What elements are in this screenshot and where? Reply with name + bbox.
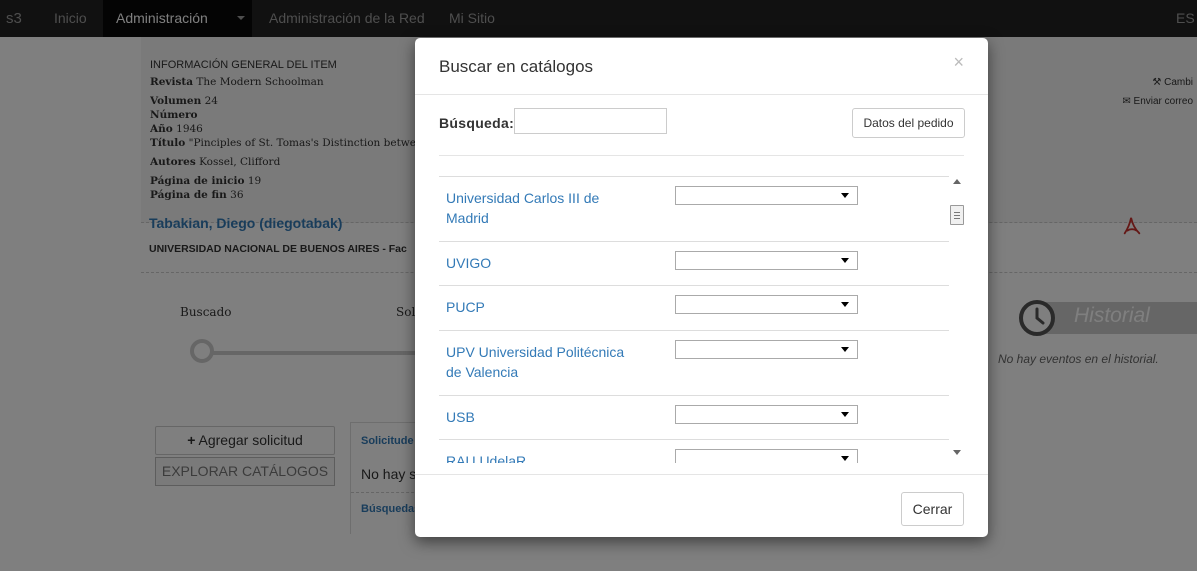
close-button[interactable]: Cerrar xyxy=(901,492,964,526)
search-label: Búsqueda: xyxy=(439,115,515,131)
catalog-select[interactable] xyxy=(675,186,858,205)
catalog-name[interactable]: USB xyxy=(446,407,626,427)
catalog-row: UVIGO xyxy=(439,241,949,285)
modal-header: Buscar en catálogos × xyxy=(415,38,988,95)
search-input[interactable] xyxy=(514,108,667,134)
catalog-select[interactable] xyxy=(675,405,858,424)
scroll-thumb[interactable] xyxy=(950,205,964,225)
catalog-row: PUCP xyxy=(439,285,949,330)
catalog-row: USB xyxy=(439,395,949,439)
catalog-name[interactable]: RAU UdelaR xyxy=(446,451,626,463)
catalog-select[interactable] xyxy=(675,340,858,359)
modal-title: Buscar en catálogos xyxy=(439,57,594,76)
catalog-select[interactable] xyxy=(675,251,858,270)
order-data-button[interactable]: Datos del pedido xyxy=(852,108,965,138)
catalog-name[interactable]: UPV Universidad Politécnica de Valencia xyxy=(446,342,626,382)
scroll-down-icon[interactable] xyxy=(953,450,961,455)
chevron-down-icon xyxy=(841,347,849,352)
chevron-down-icon xyxy=(841,258,849,263)
chevron-down-icon xyxy=(841,456,849,461)
modal-footer: Cerrar xyxy=(415,474,988,537)
chevron-down-icon xyxy=(841,412,849,417)
search-catalogs-modal: Buscar en catálogos × Búsqueda: Datos de… xyxy=(415,38,988,537)
catalog-row: RAU UdelaR xyxy=(439,439,949,463)
catalog-name[interactable]: PUCP xyxy=(446,297,626,317)
catalog-name[interactable]: UVIGO xyxy=(446,253,626,273)
catalog-row: UPV Universidad Politécnica de Valencia xyxy=(439,330,949,395)
scroll-up-icon[interactable] xyxy=(953,179,961,184)
catalog-select[interactable] xyxy=(675,449,858,463)
catalog-name[interactable]: Universidad Carlos III de Madrid xyxy=(446,188,626,228)
close-icon[interactable]: × xyxy=(953,53,964,71)
catalog-select[interactable] xyxy=(675,295,858,314)
divider xyxy=(439,155,964,156)
catalog-row: Universidad Carlos III de Madrid xyxy=(439,176,949,241)
chevron-down-icon xyxy=(841,302,849,307)
chevron-down-icon xyxy=(841,193,849,198)
catalog-list: Universidad Carlos III de Madrid UVIGO P… xyxy=(439,176,949,463)
catalog-list-scrollbar[interactable] xyxy=(949,176,966,463)
